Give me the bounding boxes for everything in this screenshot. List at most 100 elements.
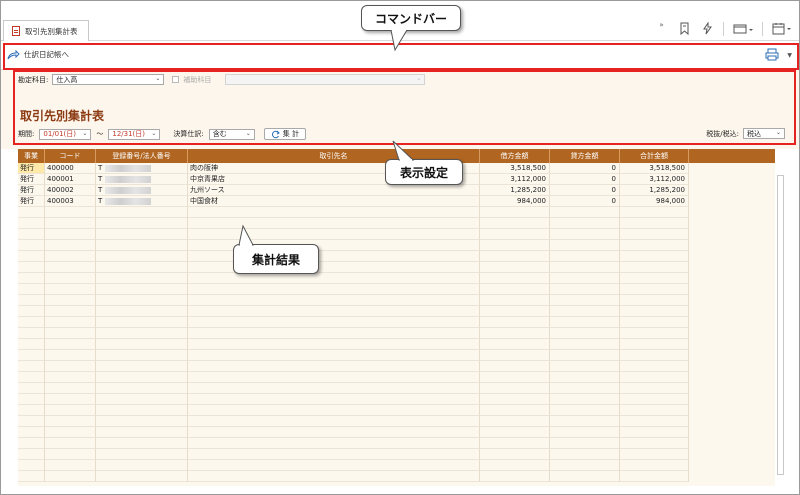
empty-cell [188, 229, 480, 240]
window-layout-icon[interactable] [732, 21, 754, 36]
empty-cell [188, 361, 480, 372]
cell-debit[interactable]: 3,112,000 [480, 174, 550, 185]
empty-cell [188, 262, 480, 273]
bookmark-icon[interactable] [677, 21, 692, 36]
cell-reg[interactable]: T [96, 196, 188, 207]
cell-code[interactable]: 400001 [45, 174, 96, 185]
callout-results: 集計結果 [233, 244, 319, 274]
empty-cell [480, 207, 550, 218]
cell-biz[interactable]: 発行 [18, 163, 45, 174]
empty-cell [480, 361, 550, 372]
sub-account-checkbox[interactable] [172, 76, 180, 83]
period-from-select[interactable]: 01/01(日) ⌄ [39, 128, 92, 140]
empty-cell [18, 438, 45, 449]
empty-cell [620, 383, 689, 394]
tab-label: 取引先別集計表 [25, 26, 78, 36]
cell-biz[interactable]: 発行 [18, 174, 45, 185]
cell-biz[interactable]: 発行 [18, 185, 45, 196]
empty-cell [620, 251, 689, 262]
cell-total[interactable]: 984,000 [620, 196, 689, 207]
lightning-icon[interactable] [700, 21, 715, 36]
cell-credit[interactable]: 0 [550, 196, 620, 207]
cell-name[interactable]: 九州ソース [188, 185, 480, 196]
journal-link-button[interactable]: 仕訳日記帳へ [7, 49, 69, 60]
empty-cell [550, 471, 620, 482]
calculate-button[interactable]: 集 計 [263, 128, 306, 140]
header-reg[interactable]: 登録番号/法人番号 [96, 149, 188, 163]
cell-debit[interactable]: 1,285,200 [480, 185, 550, 196]
empty-cell [96, 229, 188, 240]
empty-row [18, 372, 775, 383]
cell-credit[interactable]: 0 [550, 174, 620, 185]
empty-cell [18, 471, 45, 482]
empty-cell [550, 317, 620, 328]
chevron-down-icon: ⌄ [82, 129, 88, 137]
empty-cell [550, 449, 620, 460]
header-code[interactable]: コード [45, 149, 96, 163]
empty-cell [45, 240, 96, 251]
empty-cell [96, 295, 188, 306]
tab-report[interactable]: 取引先別集計表 [3, 20, 89, 41]
cell-name[interactable]: 中国食材 [188, 196, 480, 207]
cell-total[interactable]: 1,285,200 [620, 185, 689, 196]
vertical-scrollbar[interactable] [777, 175, 784, 475]
empty-cell [550, 405, 620, 416]
empty-cell [550, 328, 620, 339]
cell-code[interactable]: 400000 [45, 163, 96, 174]
sub-account-select[interactable]: ⌄ [225, 74, 426, 85]
cell-reg[interactable]: T [96, 174, 188, 185]
cell-credit[interactable]: 0 [550, 163, 620, 174]
period-to-select[interactable]: 12/31(日) ⌄ [108, 128, 161, 140]
tax-select[interactable]: 税込 ⌄ [743, 128, 785, 139]
empty-cell [480, 218, 550, 229]
cell-biz[interactable]: 発行 [18, 196, 45, 207]
empty-cell [188, 339, 480, 350]
empty-cell [96, 372, 188, 383]
empty-cell [480, 383, 550, 394]
closing-select[interactable]: 含む ⌄ [208, 128, 255, 140]
empty-cell [45, 284, 96, 295]
empty-cell [45, 328, 96, 339]
calculate-label: 集 計 [282, 130, 299, 138]
cell-reg[interactable]: T [96, 163, 188, 174]
empty-cell [45, 427, 96, 438]
account-select[interactable]: 仕入高 ⌄ [52, 74, 165, 85]
period-from-value: 01/01(日) [43, 130, 76, 138]
empty-row [18, 427, 775, 438]
empty-cell [620, 471, 689, 482]
calendar-icon[interactable] [771, 21, 793, 36]
cell-reg[interactable]: T [96, 185, 188, 196]
cell-code[interactable]: 400002 [45, 185, 96, 196]
empty-cell [18, 317, 45, 328]
cell-code[interactable]: 400003 [45, 196, 96, 207]
cell-credit[interactable]: 0 [550, 185, 620, 196]
divider [762, 21, 763, 36]
redacted-block [105, 186, 152, 194]
empty-cell [550, 229, 620, 240]
header-credit[interactable]: 貸方金額 [550, 149, 620, 163]
empty-cell [620, 449, 689, 460]
cell-debit[interactable]: 3,518,500 [480, 163, 550, 174]
header-debit[interactable]: 借方金額 [480, 149, 550, 163]
empty-cell [45, 383, 96, 394]
printer-icon[interactable] [765, 48, 779, 61]
empty-row [18, 416, 775, 427]
empty-cell [480, 394, 550, 405]
empty-cell [620, 306, 689, 317]
empty-cell [45, 372, 96, 383]
table-row[interactable]: 発行 400002 T 九州ソース 1,285,200 0 1,285,200 [18, 185, 775, 196]
empty-cell [18, 218, 45, 229]
header-total[interactable]: 合計金額 [620, 149, 689, 163]
empty-cell [96, 471, 188, 482]
cell-total[interactable]: 3,112,000 [620, 174, 689, 185]
empty-cell [550, 361, 620, 372]
overflow-icon[interactable]: » [654, 17, 669, 32]
cell-total[interactable]: 3,518,500 [620, 163, 689, 174]
table-row[interactable]: 発行 400003 T 中国食材 984,000 0 984,000 [18, 196, 775, 207]
chevron-down-icon[interactable]: ▼ [787, 52, 792, 59]
header-biz[interactable]: 事業 [18, 149, 45, 163]
cell-debit[interactable]: 984,000 [480, 196, 550, 207]
empty-cell [550, 416, 620, 427]
empty-row [18, 240, 775, 251]
empty-cell [550, 218, 620, 229]
